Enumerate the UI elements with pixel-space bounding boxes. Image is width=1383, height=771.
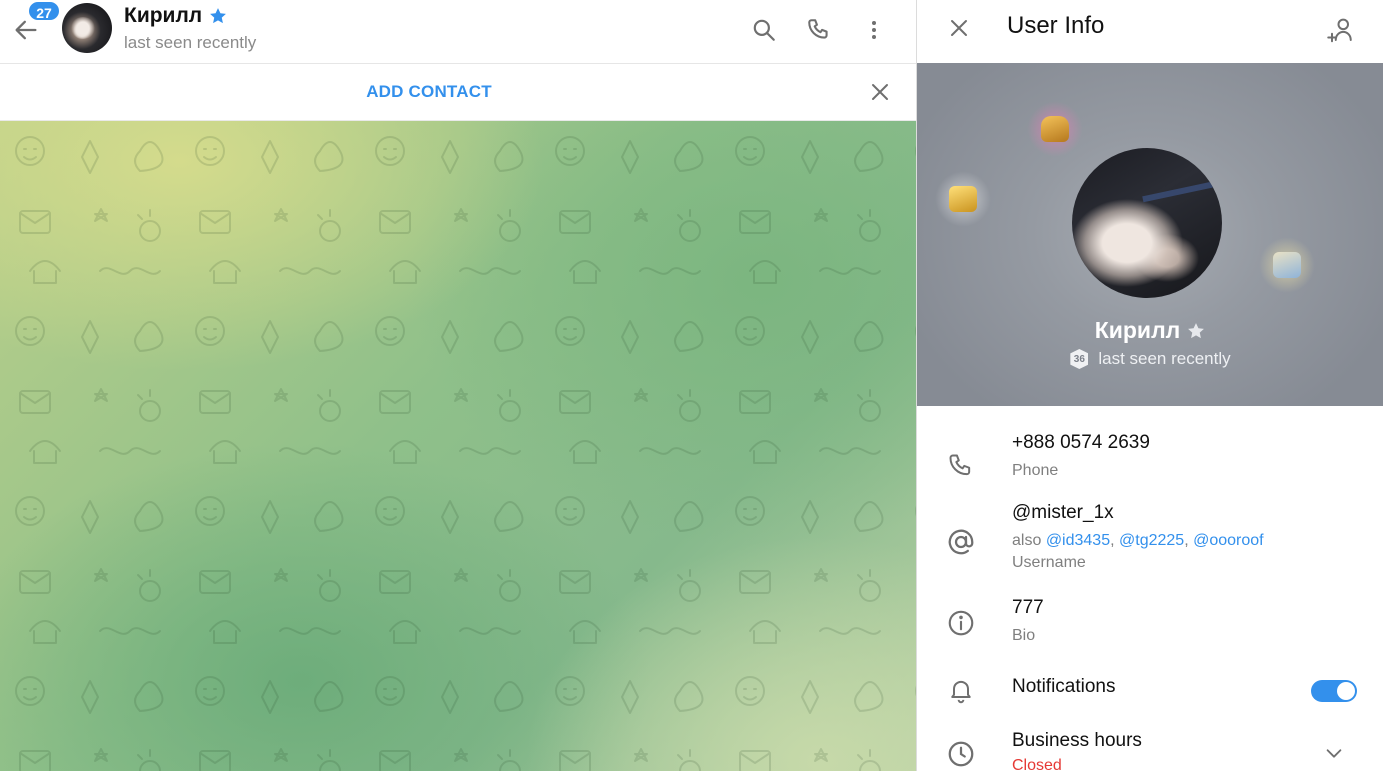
bio-text: 777: [1012, 597, 1044, 618]
username-row[interactable]: @mister_1x also @id3435, @tg2225, @oooro…: [917, 502, 1383, 582]
bio-label: Bio: [1012, 627, 1036, 644]
username-label: Username: [1012, 554, 1086, 571]
username-link[interactable]: @tg2225: [1119, 532, 1184, 549]
call-button[interactable]: [799, 10, 839, 50]
profile-banner: Кирилл 36 last seen recently: [917, 63, 1383, 406]
add-user-button[interactable]: [1320, 8, 1364, 52]
username: @mister_1x: [1012, 502, 1114, 523]
add-contact-bar: ADD CONTACT: [0, 64, 916, 121]
username-link[interactable]: @oooroof: [1193, 532, 1264, 549]
also-usernames: also @id3435, @tg2225, @oooroof: [1012, 532, 1264, 549]
peer-name-text: Кирилл: [124, 4, 203, 27]
business-hours-status: Closed: [1012, 757, 1062, 771]
bell-icon: [943, 672, 979, 708]
chevron-down-icon: [1326, 749, 1342, 758]
notifications-toggle[interactable]: [1311, 680, 1357, 702]
peer-name[interactable]: Кирилл: [124, 4, 228, 28]
expand-business-hours-button[interactable]: [1320, 739, 1348, 767]
gift-sticker[interactable]: [1027, 101, 1083, 157]
close-icon: [872, 84, 888, 100]
clock-icon: [943, 736, 979, 771]
gift-sticker[interactable]: [1259, 237, 1315, 293]
profile-status: 36 last seen recently: [917, 349, 1383, 369]
phone-label: Phone: [1012, 462, 1059, 479]
star-icon: [1188, 322, 1205, 338]
username-link[interactable]: @id3435: [1046, 532, 1110, 549]
also-prefix: also: [1012, 532, 1042, 549]
info-icon: [943, 605, 979, 641]
unread-count-badge: 27: [27, 0, 61, 22]
phone-row[interactable]: +888 0574 2639 Phone: [917, 432, 1383, 488]
search-button[interactable]: [744, 10, 784, 50]
star-icon: [210, 8, 227, 24]
chat-header: 27 Кирилл last seen recently: [0, 0, 916, 64]
gift-sticker[interactable]: [935, 171, 991, 227]
user-info-panel: User Info Кирилл 36 last seen recently +…: [916, 0, 1383, 771]
chat-panel: 27 Кирилл last seen recently ADD CONTACT: [0, 0, 916, 771]
phone-number: +888 0574 2639: [1012, 432, 1150, 453]
business-hours-row[interactable]: Business hours Closed: [917, 728, 1383, 771]
at-sign-icon: [943, 524, 979, 560]
profile-photo[interactable]: [1072, 148, 1222, 298]
more-vertical-icon: [872, 21, 876, 39]
close-icon: [951, 20, 967, 36]
level-badge[interactable]: 36: [1070, 349, 1089, 369]
peer-status: last seen recently: [124, 33, 257, 52]
panel-title: User Info: [1007, 12, 1105, 39]
profile-name-text: Кирилл: [1094, 317, 1181, 343]
bio-row[interactable]: 777 Bio: [917, 597, 1383, 653]
wallpaper-pattern: [0, 121, 916, 771]
search-icon: [753, 19, 775, 41]
add-user-icon: [1327, 18, 1352, 43]
phone-icon: [943, 448, 979, 484]
profile-name: Кирилл: [917, 317, 1383, 344]
avatar[interactable]: [62, 3, 112, 53]
chat-wallpaper: [0, 121, 916, 771]
add-contact-button[interactable]: ADD CONTACT: [0, 64, 858, 120]
business-hours-label: Business hours: [1012, 730, 1142, 751]
add-contact-dismiss-button[interactable]: [860, 72, 900, 112]
notifications-label: Notifications: [1012, 676, 1116, 697]
close-user-info-button[interactable]: [939, 8, 979, 48]
more-button[interactable]: [854, 10, 894, 50]
user-info-header: User Info: [917, 0, 1383, 63]
phone-icon: [808, 19, 828, 39]
profile-status-text: last seen recently: [1098, 349, 1231, 368]
